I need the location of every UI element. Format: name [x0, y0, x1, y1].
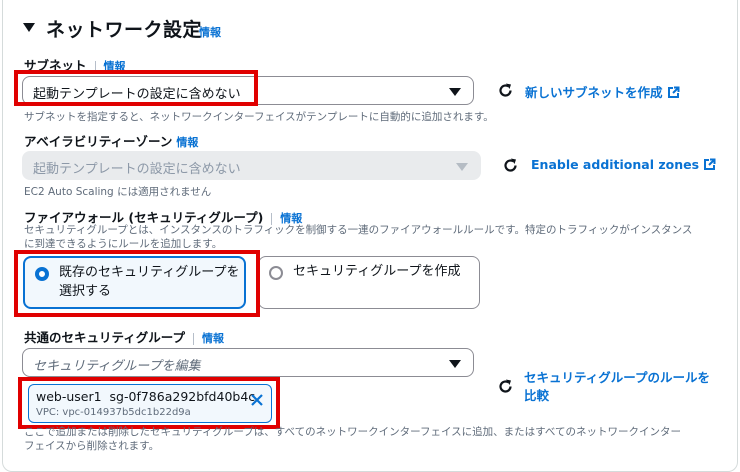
option-create-label: セキュリティグループを作成	[293, 264, 461, 279]
firewall-description-line: セキュリティグループとは、インスタンスのトラフィックを制御する一連のファイアウォ…	[24, 224, 693, 236]
firewall-description: セキュリティグループとは、インスタンスのトラフィックを制御する一連のファイアウォ…	[24, 223, 692, 251]
chevron-down-icon	[449, 88, 461, 96]
refresh-icon[interactable]	[497, 82, 514, 103]
divider	[193, 332, 195, 345]
section-title: ネットワーク設定	[46, 19, 203, 41]
common-sg-description-line: フェイスから削除されます。	[24, 440, 160, 452]
az-select-value: 起動テンプレートの設定に含めない	[33, 162, 241, 177]
compare-rules-link[interactable]: セキュリティグループのルールを 比較	[524, 369, 710, 405]
chevron-down-icon	[449, 360, 461, 368]
refresh-icon[interactable]	[502, 157, 519, 178]
common-sg-description-line: ここで追加または削除したセキュリティグループは、すべてのネットワークインターフェ…	[24, 426, 681, 438]
option-create-sg[interactable]: セキュリティグループを作成	[258, 256, 480, 309]
compare-rules-link-label: 比較	[524, 388, 550, 403]
common-sg-description: ここで追加または削除したセキュリティグループは、すべてのネットワークインターフェ…	[24, 425, 681, 453]
collapse-caret-icon[interactable]	[22, 19, 36, 33]
az-info-link[interactable]: 情報	[176, 136, 198, 149]
enable-zones-link[interactable]: Enable additional zones	[531, 157, 716, 172]
subnet-description: サブネットを指定すると、ネットワークインターフェイスがテンプレートに自動的に追加…	[24, 111, 494, 123]
az-description: EC2 Auto Scaling には適用されません	[24, 186, 212, 198]
enable-zones-link-label: Enable additional zones	[531, 157, 700, 172]
firewall-description-line: に到達できるようにルールを追加します。	[24, 238, 223, 250]
compare-rules-link-label: セキュリティグループのルールを	[524, 370, 711, 385]
external-link-icon	[667, 86, 680, 98]
external-link-icon	[704, 158, 716, 170]
section-info-link[interactable]: 情報	[199, 24, 221, 40]
security-group-placeholder: セキュリティグループを編集	[33, 359, 201, 374]
common-sg-info-link[interactable]: 情報	[202, 332, 224, 345]
security-group-select[interactable]: セキュリティグループを編集	[22, 348, 474, 377]
create-subnet-link-label: 新しいサブネットを作成	[525, 85, 663, 100]
az-label: アベイラビリティーゾーン	[24, 134, 173, 149]
chevron-down-icon	[456, 163, 468, 171]
create-subnet-link[interactable]: 新しいサブネットを作成	[525, 82, 680, 101]
az-select: 起動テンプレートの設定に含めない	[22, 151, 481, 180]
radio-unselected[interactable]	[269, 266, 283, 280]
highlight-box	[14, 250, 260, 317]
highlight-box	[14, 70, 258, 106]
highlight-box	[18, 377, 280, 429]
refresh-icon[interactable]	[497, 378, 514, 399]
common-sg-label: 共通のセキュリティグループ	[24, 330, 186, 345]
